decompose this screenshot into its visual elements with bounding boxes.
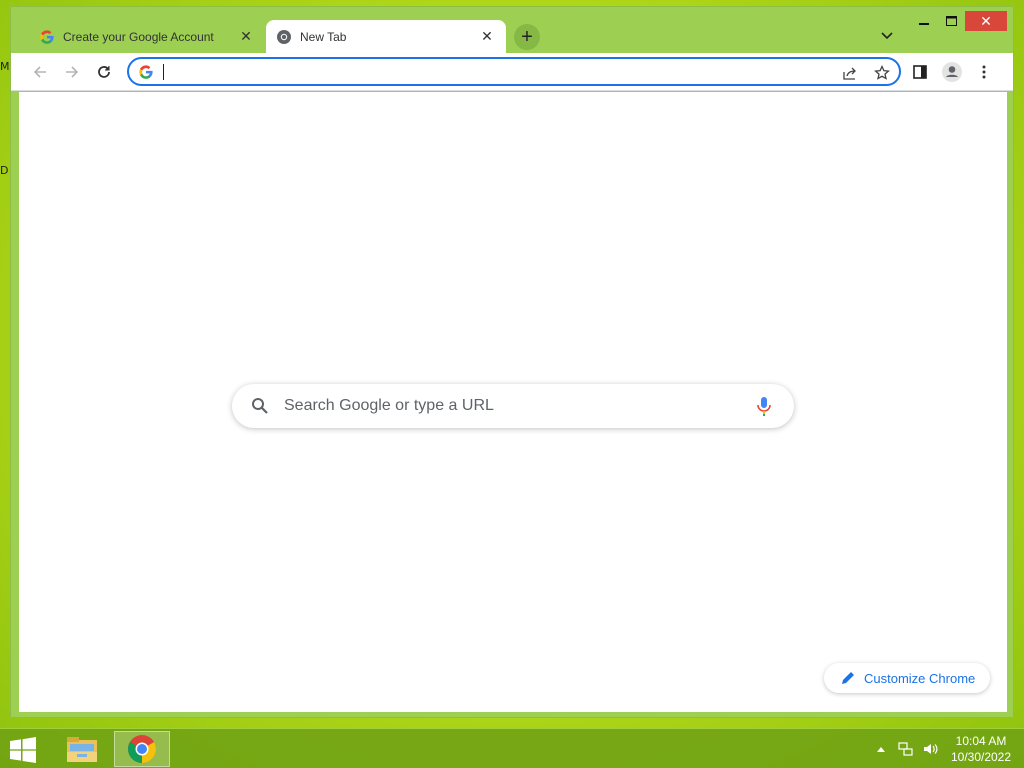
reload-icon (98, 66, 110, 78)
network-icon (898, 742, 913, 756)
chrome-menu-button[interactable] (971, 59, 997, 85)
chrome-icon (276, 29, 292, 45)
forward-arrow-icon (66, 66, 79, 78)
file-explorer-icon (67, 737, 97, 762)
plus-icon: + (521, 25, 533, 48)
maximize-icon (945, 16, 957, 26)
taskbar-chrome[interactable] (114, 731, 170, 767)
chrome-window: Create your Google Account ✕ New Tab ✕ + (10, 6, 1014, 718)
new-tab-page: Search Google or type a URL Customize Ch… (19, 92, 1007, 712)
minimize-icon (919, 23, 929, 25)
reload-button[interactable] (91, 59, 117, 85)
taskbar: 10:04 AM 10/30/2022 (0, 728, 1024, 768)
profile-button[interactable] (939, 59, 965, 85)
close-window-button[interactable]: ✕ (965, 11, 1007, 31)
tab-create-google-account[interactable]: Create your Google Account ✕ (29, 20, 265, 53)
share-icon (843, 67, 856, 80)
text-cursor (163, 64, 164, 80)
desktop-icon-label-fragment: M (0, 60, 10, 72)
browser-toolbar (11, 53, 1013, 91)
back-button[interactable] (27, 59, 53, 85)
share-button[interactable] (839, 62, 861, 84)
chevron-down-icon (881, 32, 893, 40)
close-icon: ✕ (980, 12, 992, 29)
customize-chrome-button[interactable]: Customize Chrome (824, 663, 990, 693)
more-vertical-icon (982, 65, 986, 79)
start-button[interactable] (8, 737, 40, 763)
tab-close-icon[interactable]: ✕ (478, 28, 496, 46)
google-g-icon (39, 29, 55, 45)
maximize-button[interactable] (938, 11, 964, 31)
show-hidden-icons-arrow (877, 747, 885, 752)
tab-search-button[interactable] (877, 26, 897, 46)
new-tab-button[interactable]: + (514, 24, 540, 50)
back-arrow-icon (33, 66, 46, 78)
omnibox-input[interactable] (161, 62, 821, 82)
show-hidden-icons-button[interactable] (873, 729, 889, 768)
volume-icon (924, 744, 938, 754)
star-icon (874, 65, 890, 80)
google-g-icon (138, 64, 154, 80)
bookmark-button[interactable] (871, 62, 893, 84)
address-bar[interactable] (127, 57, 901, 86)
network-status[interactable] (896, 729, 916, 768)
volume-control[interactable] (920, 729, 940, 768)
clock-time: 10:04 AM (955, 734, 1007, 748)
chrome-icon (128, 735, 156, 763)
windows-start-icon (10, 737, 36, 763)
tab-new-tab[interactable]: New Tab ✕ (266, 20, 506, 53)
side-panel-button[interactable] (907, 59, 933, 85)
pencil-icon (842, 672, 854, 684)
side-panel-icon (913, 65, 927, 79)
search-icon (252, 398, 268, 414)
clock-date: 10/30/2022 (950, 750, 1012, 764)
desktop-icon-label-fragment: D (0, 164, 9, 176)
customize-chrome-label: Customize Chrome (864, 670, 976, 686)
profile-icon (942, 62, 962, 82)
ntp-search-box[interactable]: Search Google or type a URL (232, 384, 794, 428)
taskbar-file-explorer[interactable] (54, 731, 110, 767)
taskbar-clock[interactable]: 10:04 AM 10/30/2022 (944, 733, 1018, 765)
microphone-icon[interactable] (754, 395, 774, 417)
tab-close-icon[interactable]: ✕ (237, 28, 255, 46)
minimize-button[interactable] (911, 11, 937, 31)
search-placeholder: Search Google or type a URL (284, 397, 494, 414)
forward-button[interactable] (59, 59, 85, 85)
tab-title: Create your Google Account (63, 29, 214, 44)
title-bar[interactable]: Create your Google Account ✕ New Tab ✕ + (11, 7, 1013, 53)
tab-title: New Tab (300, 29, 347, 44)
